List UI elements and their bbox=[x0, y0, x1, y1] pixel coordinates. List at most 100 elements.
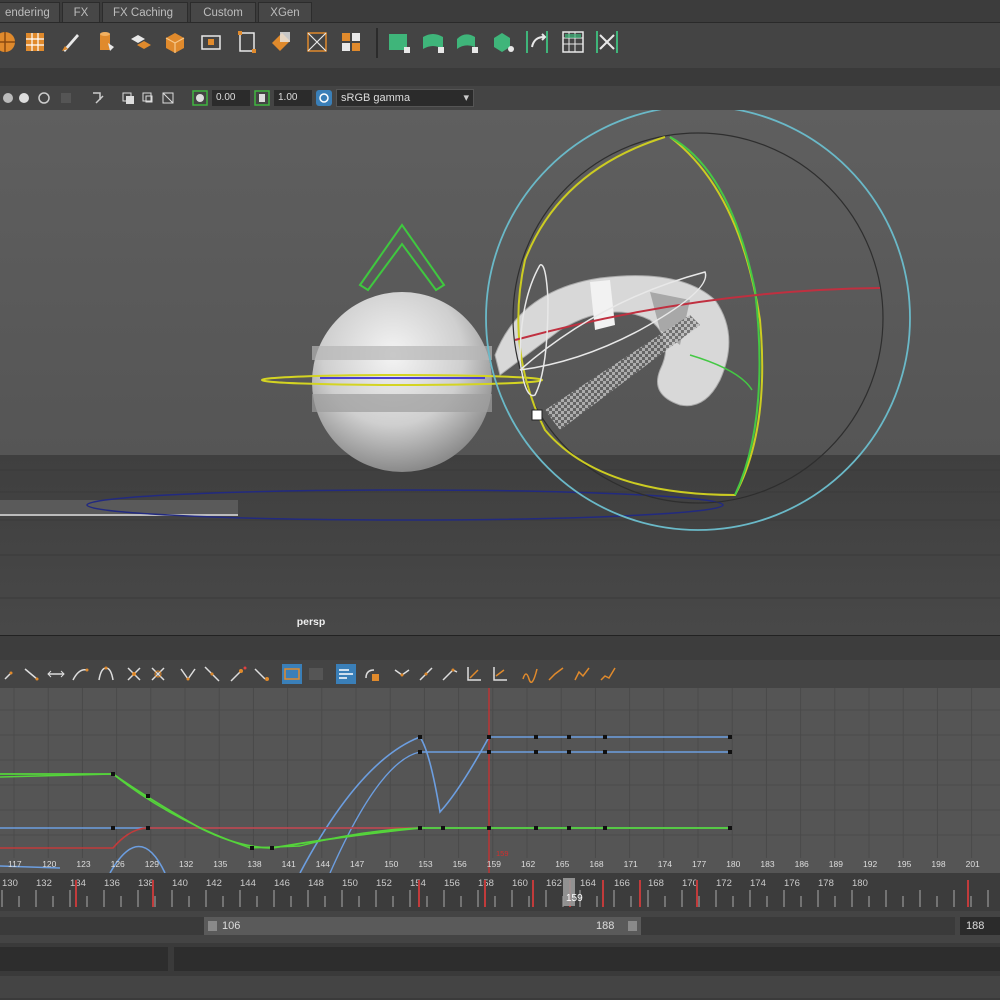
shading-icon[interactable] bbox=[0, 90, 16, 106]
graph-background bbox=[0, 688, 1000, 873]
free-tangent-weight-icon[interactable] bbox=[440, 664, 460, 684]
blend-shape-icon[interactable] bbox=[454, 29, 480, 55]
graph-editor-canvas[interactable]: 117 120 123 126 129 132 135 138 141 144 147 150 153 1… bbox=[0, 688, 1000, 873]
move-key-icon[interactable] bbox=[2, 664, 22, 684]
time-slider-label: 148 bbox=[308, 878, 324, 889]
current-frame-graph-label: 159 bbox=[496, 849, 509, 858]
time-slider-label: 136 bbox=[104, 878, 120, 889]
sphere-object[interactable] bbox=[312, 292, 492, 472]
swap-buffer-icon[interactable] bbox=[306, 664, 326, 684]
time-slider-label: 178 bbox=[818, 878, 834, 889]
frame-all-icon[interactable] bbox=[124, 664, 144, 684]
frame-selection-icon[interactable] bbox=[148, 664, 168, 684]
spline-tangent-icon[interactable] bbox=[178, 664, 198, 684]
quad-fill-icon[interactable] bbox=[338, 29, 364, 55]
flat-tangent-icon[interactable] bbox=[252, 664, 272, 684]
oscillate-icon[interactable] bbox=[598, 664, 618, 684]
lattice-deform-keys-icon[interactable] bbox=[46, 664, 66, 684]
range-slider-handle[interactable] bbox=[204, 917, 641, 935]
exposure-field[interactable]: 0.00 bbox=[212, 90, 250, 106]
post-infinity-cycle-icon[interactable] bbox=[546, 664, 566, 684]
shelf-tab-bar: endering FX FX Caching Custom XGen bbox=[0, 0, 1000, 22]
bend-deformer-icon[interactable] bbox=[524, 29, 550, 55]
region-tool-icon[interactable] bbox=[70, 664, 90, 684]
gamma-field[interactable]: 1.00 bbox=[274, 90, 312, 106]
perspective-viewport[interactable] bbox=[0, 110, 1000, 635]
isolate-select-icon[interactable] bbox=[90, 90, 106, 106]
graph-frame-label: 189 bbox=[829, 859, 843, 869]
ao-icon[interactable] bbox=[58, 90, 74, 106]
animation-end-field[interactable]: 188 bbox=[960, 917, 1000, 935]
graph-frame-label: 138 bbox=[247, 859, 261, 869]
load-selected-icon[interactable] bbox=[362, 664, 382, 684]
paint-weights-icon[interactable] bbox=[386, 29, 412, 55]
tab-fx[interactable]: FX bbox=[62, 2, 100, 22]
cluster-icon[interactable] bbox=[490, 29, 516, 55]
lock-tangent-weight-icon[interactable] bbox=[464, 664, 484, 684]
cycle-with-offset-icon[interactable] bbox=[572, 664, 592, 684]
break-tangents-icon[interactable] bbox=[392, 664, 412, 684]
clamped-tangent-icon[interactable] bbox=[228, 664, 248, 684]
panel-divider bbox=[0, 635, 1000, 661]
time-slider-label: 156 bbox=[444, 878, 460, 889]
graph-frame-label: 198 bbox=[931, 859, 945, 869]
grid-cube-icon[interactable] bbox=[22, 29, 48, 55]
graph-frame-label: 156 bbox=[453, 859, 467, 869]
cube-icon[interactable] bbox=[198, 29, 224, 55]
graph-frame-label: 141 bbox=[282, 859, 296, 869]
unify-tangents-icon[interactable] bbox=[416, 664, 436, 684]
tab-xgen[interactable]: XGen bbox=[258, 2, 312, 22]
insert-key-icon[interactable] bbox=[22, 664, 42, 684]
camera-label: persp bbox=[296, 616, 326, 628]
color-management-icon[interactable] bbox=[316, 90, 332, 106]
time-slider-label: 176 bbox=[784, 878, 800, 889]
time-slider-label: 164 bbox=[580, 878, 596, 889]
plane-icon[interactable] bbox=[162, 29, 188, 55]
tab-fx-caching[interactable]: FX Caching bbox=[102, 2, 188, 22]
gamma-icon[interactable] bbox=[254, 90, 270, 106]
poly-sphere-icon[interactable] bbox=[0, 29, 18, 55]
lighting-icon[interactable] bbox=[16, 90, 32, 106]
command-input[interactable] bbox=[0, 947, 168, 971]
range-start-grip[interactable] bbox=[208, 921, 217, 931]
xray-components-icon[interactable] bbox=[160, 90, 176, 106]
graph-frame-label: 117 bbox=[8, 859, 22, 869]
wrap-deformer-icon[interactable] bbox=[420, 29, 446, 55]
graph-frame-label: 153 bbox=[418, 859, 432, 869]
combine-icon[interactable] bbox=[128, 29, 154, 55]
color-space-select[interactable]: sRGB gamma ▾ bbox=[336, 89, 474, 107]
time-slider-label: 154 bbox=[410, 878, 426, 889]
color-space-value: sRGB gamma bbox=[341, 92, 411, 104]
range-end-grip[interactable] bbox=[628, 921, 637, 931]
graph-frame-label: 159 bbox=[487, 859, 501, 869]
shadows-icon[interactable] bbox=[36, 90, 52, 106]
cylinder-icon[interactable] bbox=[92, 29, 118, 55]
pivot-square[interactable] bbox=[531, 409, 543, 421]
exposure-icon[interactable] bbox=[192, 90, 208, 106]
time-slider-label: 142 bbox=[206, 878, 222, 889]
bevel-icon[interactable] bbox=[234, 29, 260, 55]
auto-load-icon[interactable] bbox=[336, 664, 356, 684]
nonlinear-icon[interactable] bbox=[594, 29, 620, 55]
linear-tangent-icon[interactable] bbox=[202, 664, 222, 684]
graph-frame-label: 147 bbox=[350, 859, 364, 869]
time-slider-label: 174 bbox=[750, 878, 766, 889]
graph-frame-label: 129 bbox=[145, 859, 159, 869]
time-slider[interactable]: 130 132 134 136 138 140 142 144 146 148 150 152 154 1… bbox=[0, 873, 1000, 911]
buffer-curve-icon[interactable] bbox=[282, 664, 302, 684]
graph-frame-label: 201 bbox=[966, 859, 980, 869]
time-slider-label: 170 bbox=[682, 878, 698, 889]
retime-tool-icon[interactable] bbox=[96, 664, 116, 684]
weighted-tangents-icon[interactable] bbox=[490, 664, 510, 684]
extrude-icon[interactable] bbox=[304, 29, 330, 55]
xray-joints-icon[interactable] bbox=[140, 90, 156, 106]
lattice-icon[interactable] bbox=[560, 29, 586, 55]
brush-icon[interactable] bbox=[58, 29, 84, 55]
graph-frame-label: 150 bbox=[384, 859, 398, 869]
time-slider-label: 138 bbox=[138, 878, 154, 889]
tab-custom[interactable]: Custom bbox=[190, 2, 256, 22]
xray-icon[interactable] bbox=[120, 90, 136, 106]
bounding-box-icon[interactable] bbox=[268, 29, 294, 55]
pre-infinity-cycle-icon[interactable] bbox=[520, 664, 540, 684]
tab-rendering[interactable]: endering bbox=[0, 2, 60, 22]
